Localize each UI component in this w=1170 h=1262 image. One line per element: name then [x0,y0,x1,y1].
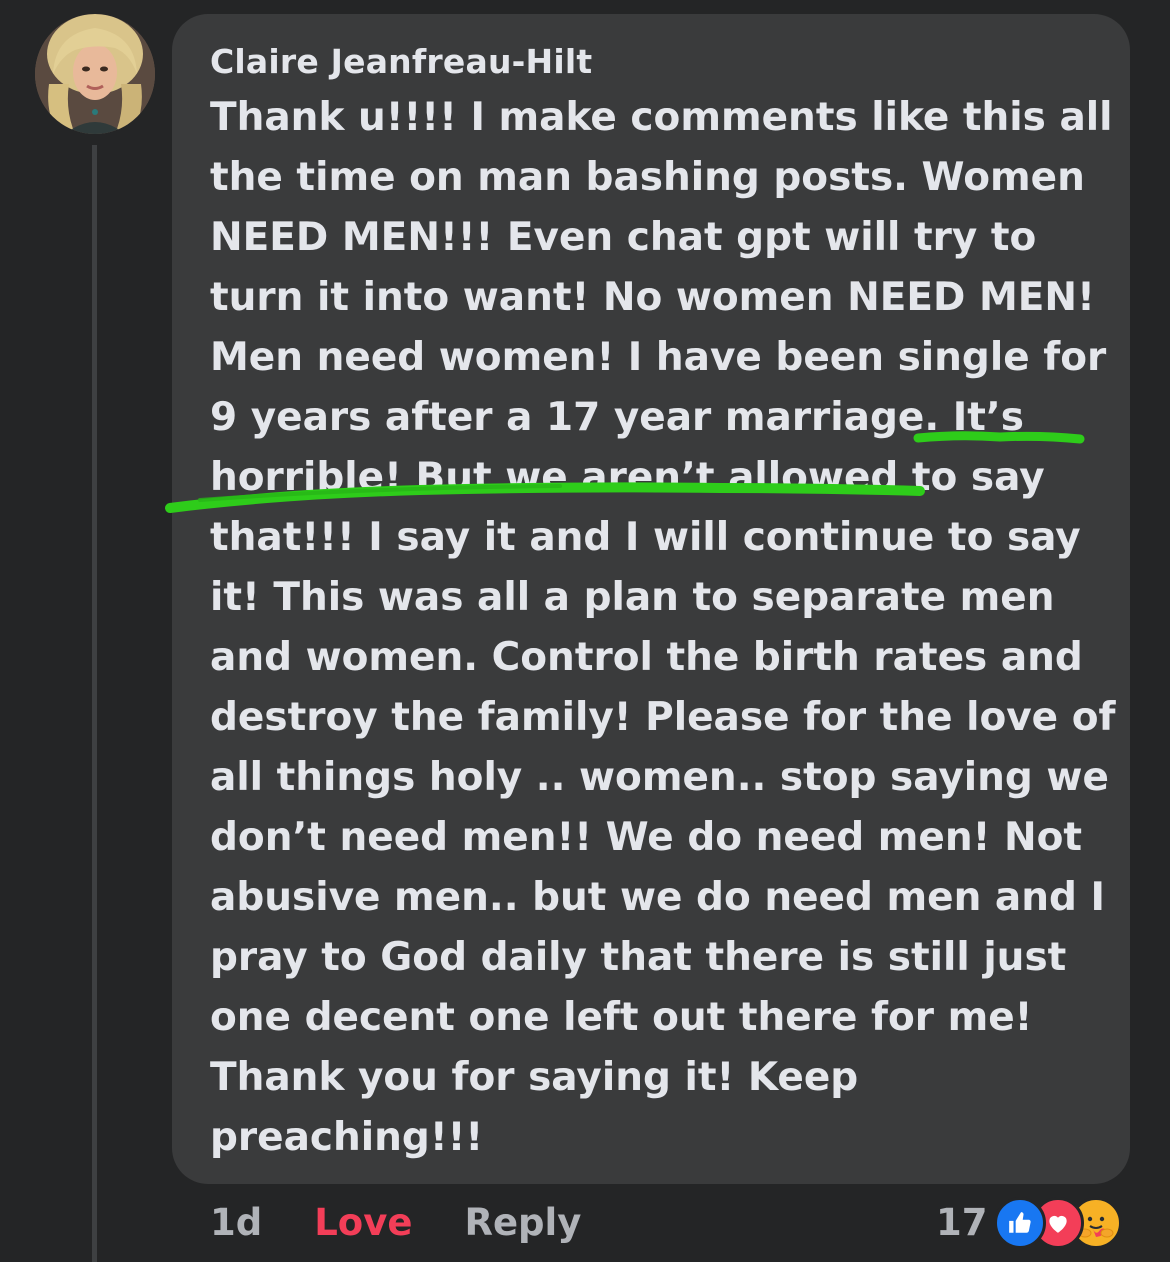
comment-text: Thank u!!!! I make comments like this al… [210,88,1116,1168]
comment-line: horrible! But we aren’t allowed to say [210,455,1045,500]
comment-line: that!!! I say it and I will continue to … [210,515,1081,560]
comment-author[interactable]: Claire Jeanfreau-Hilt [210,42,592,81]
comment-timestamp[interactable]: 1d [210,1201,262,1244]
comment-line: abusive men.. but we do need men and I [210,875,1106,920]
comment-line: Thank u!!!! I make comments like this al… [210,95,1113,140]
avatar-photo [35,14,155,134]
comment-line: pray to God daily that there is still ju… [210,935,1067,980]
comment-line: Men need women! I have been single for [210,335,1107,380]
comment-line: NEED MEN!!! Even chat gpt will try to [210,215,1037,260]
reaction-icons [993,1197,1144,1249]
comment-line: don’t need men!! We do need men! Not [210,815,1083,860]
like-icon [993,1197,1046,1249]
reaction-count: 17 [936,1200,988,1244]
comment-line: 9 years after a 17 year marriage. It’s [210,395,1024,440]
comment-line: preaching!!! [210,1115,484,1160]
comment-line: all things holy .. women.. stop saying w… [210,755,1109,800]
comment-line: and women. Control the birth rates and [210,635,1083,680]
avatar[interactable] [35,14,155,134]
love-reaction-button[interactable]: Love [314,1201,412,1244]
comment-line: destroy the family! Please for the love … [210,695,1116,740]
comment-line: it! This was all a plan to separate men [210,575,1055,620]
thread-line [92,145,97,1262]
comment-line: Thank you for saying it! Keep [210,1055,859,1100]
comment-line: one decent one left out there for me! [210,995,1033,1040]
comment-actions: 1d Love Reply [210,1196,581,1248]
reply-button[interactable]: Reply [464,1201,581,1244]
comment-line: turn it into want! No women NEED MEN! [210,275,1095,320]
reaction-summary[interactable]: 17 [936,1196,1144,1249]
comment-bubble: Claire Jeanfreau-Hilt Thank u!!!! I make… [172,14,1130,1184]
comment-line: the time on man bashing posts. Women [210,155,1085,200]
